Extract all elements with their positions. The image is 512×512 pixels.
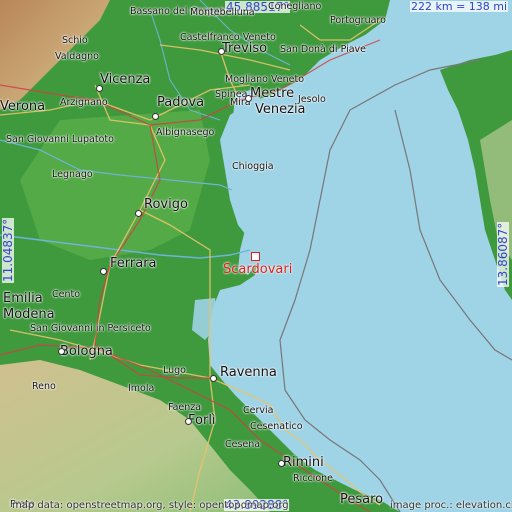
city-label: Conegliano — [268, 1, 322, 12]
city-dot — [278, 460, 285, 467]
city-label: Forlì — [188, 413, 216, 428]
city-label: San Giovanni in Persiceto — [30, 323, 151, 334]
attribution-elevation: image proc.: elevation.city — [390, 500, 512, 511]
city-dot — [245, 95, 252, 102]
city-label: Modena — [3, 307, 55, 322]
city-dot — [100, 268, 107, 275]
city-label: Emilia — [3, 291, 43, 306]
city-label: Valdagno — [55, 51, 99, 62]
city-label: Arzignano — [60, 97, 108, 108]
city-label: Legnago — [52, 169, 93, 180]
city-dot — [185, 418, 192, 425]
city-label: Ferrara — [110, 256, 157, 271]
city-label: Padova — [157, 95, 205, 110]
city-label: San Giovanni Lupatoto — [6, 134, 114, 145]
city-label: Pesaro — [340, 492, 384, 507]
city-label: Schio — [62, 35, 88, 46]
city-label: Reno — [32, 381, 56, 392]
city-label: Chioggia — [232, 161, 274, 172]
city-label: Cervia — [243, 405, 274, 416]
city-label: Lugo — [163, 365, 186, 376]
scale-label: 222 km = 138 mi — [410, 0, 509, 13]
city-label: Treviso — [222, 41, 268, 56]
city-dot — [96, 85, 103, 92]
city-label: Rimini — [283, 455, 324, 470]
city-label: Bologna — [60, 344, 113, 359]
city-label: Mogliano Veneto — [225, 74, 305, 85]
city-label: Faenza — [168, 402, 202, 413]
city-dot — [218, 48, 225, 55]
city-label: Portogruaro — [330, 15, 386, 26]
city-label: San Donà di Piave — [280, 44, 367, 55]
city-label: Vicenza — [100, 72, 151, 87]
city-dot — [152, 113, 159, 120]
city-dot — [135, 210, 142, 217]
coord-left: 11.04837° — [1, 217, 15, 283]
city-label: Cento — [52, 289, 81, 300]
city-label: Rovigo — [144, 197, 188, 212]
city-label: Verona — [0, 99, 46, 114]
city-label: Ravenna — [220, 365, 277, 380]
city-label: Mestre — [250, 86, 295, 101]
city-label: Imola — [128, 383, 155, 394]
coord-right: 13.86087° — [496, 221, 510, 287]
city-label: Cesena — [225, 439, 261, 450]
target-marker-icon[interactable] — [251, 252, 260, 261]
city-dot — [58, 348, 65, 355]
city-label: Montebelluna — [190, 7, 255, 18]
city-label: Riccione — [293, 473, 334, 484]
city-dot — [210, 375, 217, 382]
attribution-osm: map data: openstreetmap.org, style: open… — [12, 500, 289, 511]
map-view[interactable]: 45.88517° 43.89288° 11.04837° 13.86087° … — [0, 0, 512, 512]
city-label: Cesenatico — [250, 421, 303, 432]
city-label: Venezia — [255, 102, 306, 117]
target-place-label: Scardovari — [223, 262, 293, 277]
city-label: Albignasego — [156, 127, 215, 138]
